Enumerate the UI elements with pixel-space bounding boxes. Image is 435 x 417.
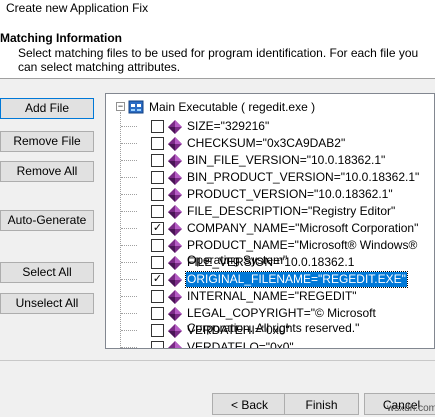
tree-connector [121,330,137,331]
attribute-checkbox[interactable] [151,120,164,133]
select-all-button[interactable]: Select All [0,262,94,283]
matching-files-tree[interactable]: − Main Executable ( regedit.exe ) SIZE="… [105,93,435,349]
attribute-diamond-icon [168,290,182,304]
remove-all-button[interactable]: Remove All [0,161,94,182]
tree-connector [121,228,137,229]
remove-file-button[interactable]: Remove File [0,131,94,152]
attribute-checkbox[interactable] [151,256,164,269]
tree-connector [121,126,137,127]
attribute-checkbox[interactable] [151,239,164,252]
attribute-checkbox[interactable] [151,324,164,337]
back-button[interactable]: < Back [212,393,287,415]
attribute-checkbox[interactable] [151,290,164,303]
attribute-label[interactable]: BIN_PRODUCT_VERSION="10.0.18362.1" [186,170,420,185]
attribute-diamond-icon [168,137,182,151]
wizard-header: Matching Information Select matching fil… [0,18,435,79]
attribute-label[interactable]: CHECKSUM="0x3CA9DAB2" [186,136,346,151]
window-titlebar: Create new Application Fix [0,0,435,18]
page-description: Select matching files to be used for pro… [18,46,419,74]
auto-generate-button[interactable]: Auto-Generate [0,210,94,231]
attribute-checkbox[interactable] [151,137,164,150]
attribute-checkbox[interactable]: ✓ [151,222,164,235]
attribute-label[interactable]: INTERNAL_NAME="REGEDIT" [186,289,358,304]
tree-connector [121,262,137,263]
attribute-checkbox[interactable]: ✓ [151,273,164,286]
add-file-button[interactable]: Add File [0,98,94,119]
tree-connector [121,296,137,297]
tree-connector [121,347,137,348]
attribute-label[interactable]: FILE_DESCRIPTION="Registry Editor" [186,204,396,219]
attribute-diamond-icon [168,256,182,270]
attribute-diamond-icon [168,120,182,134]
tree-connector [121,143,137,144]
attribute-diamond-icon [168,171,182,185]
attribute-diamond-icon [168,205,182,219]
tree-connector [121,245,137,246]
tree-connector [121,211,137,212]
attribute-checkbox[interactable] [151,188,164,201]
finish-button[interactable]: Finish [284,393,359,415]
attribute-label[interactable]: VERDATEHI="0x0" [186,323,291,338]
collapse-icon[interactable]: − [116,102,125,111]
watermark: wsxdn.com [387,403,435,414]
tree-connector [121,313,137,314]
tree-connector [121,177,137,178]
tree-connector [121,194,137,195]
tree-connector [121,279,137,280]
footer-divider [0,360,435,361]
attribute-label[interactable]: VERDATELO="0x0" [186,340,295,348]
attribute-checkbox[interactable] [151,205,164,218]
attribute-diamond-icon [168,222,182,236]
attribute-diamond-icon [168,188,182,202]
attribute-checkbox[interactable] [151,307,164,320]
attribute-label[interactable]: BIN_FILE_VERSION="10.0.18362.1" [186,153,386,168]
attribute-diamond-icon [168,307,182,321]
attribute-diamond-icon [168,273,182,287]
tree-connector [121,160,137,161]
tree-root-label[interactable]: Main Executable ( regedit.exe ) [149,100,315,114]
attribute-diamond-icon [168,324,182,338]
attribute-label[interactable]: ORIGINAL_FILENAME="REGEDIT.EXE" [185,271,408,288]
attribute-diamond-icon [168,341,182,348]
attribute-label[interactable]: PRODUCT_VERSION="10.0.18362.1" [186,187,394,202]
attribute-label[interactable]: SIZE="329216" [186,119,270,134]
attribute-checkbox[interactable] [151,341,164,348]
attribute-label[interactable]: COMPANY_NAME="Microsoft Corporation" [186,221,419,236]
attribute-checkbox[interactable] [151,154,164,167]
unselect-all-button[interactable]: Unselect All [0,293,94,314]
attribute-diamond-icon [168,154,182,168]
attribute-checkbox[interactable] [151,171,164,184]
executable-icon [128,100,144,114]
window-title: Create new Application Fix [6,1,149,15]
page-title: Matching Information [0,31,122,45]
attribute-diamond-icon [168,239,182,253]
